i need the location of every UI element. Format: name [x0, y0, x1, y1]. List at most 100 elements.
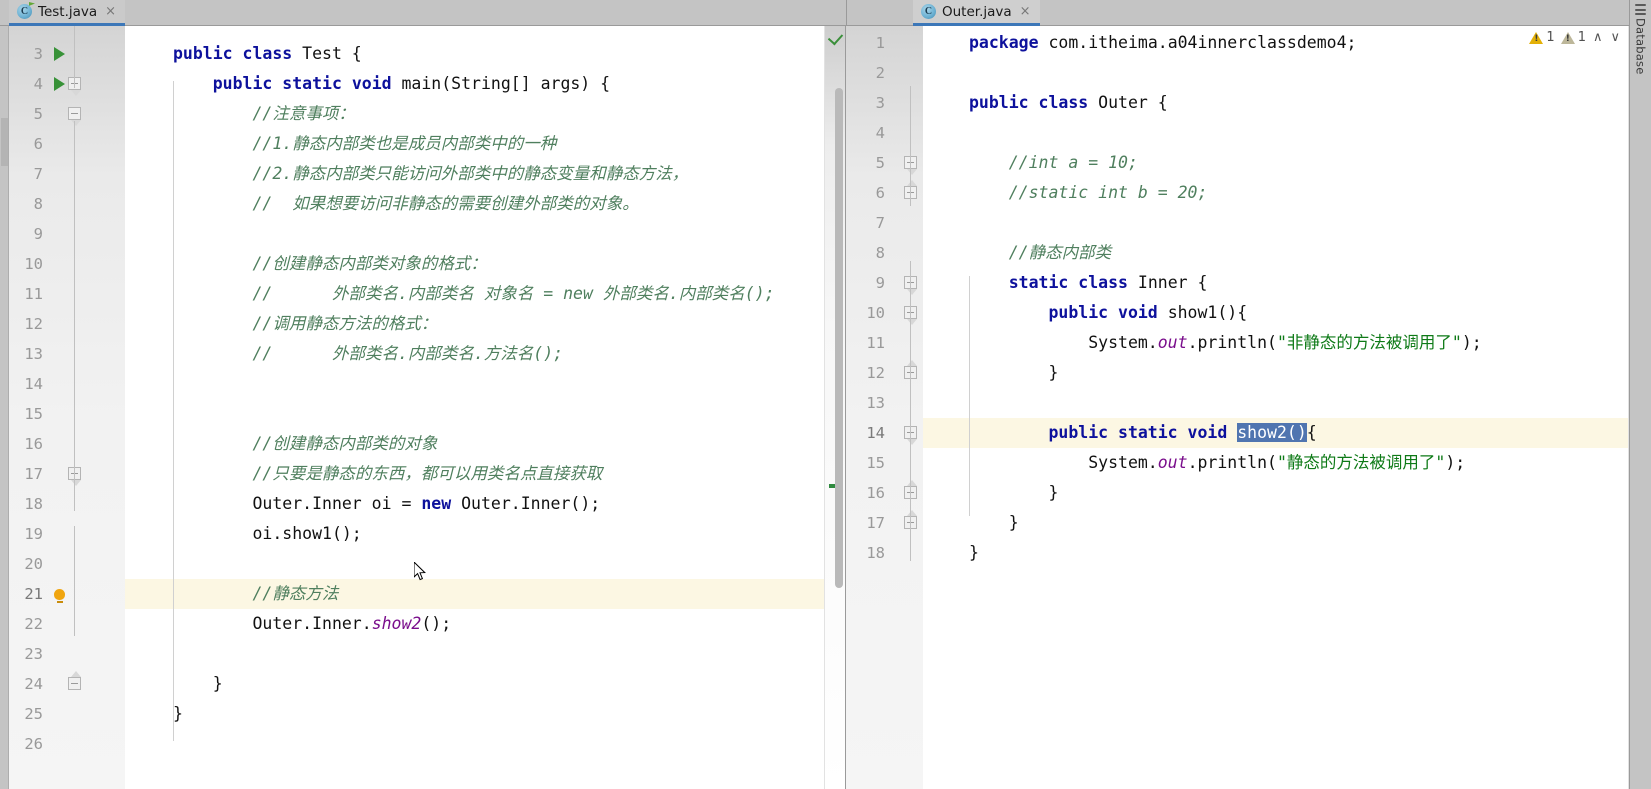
- code-line[interactable]: Outer.Inner oi = new Outer.Inner();: [125, 489, 824, 519]
- code-line[interactable]: }: [923, 478, 1628, 508]
- code-area-test-java[interactable]: public class Test { public static void m…: [125, 26, 824, 789]
- gutter-line[interactable]: 14: [0, 369, 125, 399]
- code-line[interactable]: static class Inner {: [923, 268, 1628, 298]
- code-line[interactable]: //调用静态方法的格式：: [125, 309, 824, 339]
- code-line[interactable]: //2.静态内部类只能访问外部类中的静态变量和静态方法，: [125, 159, 824, 189]
- code-line[interactable]: [125, 729, 824, 759]
- line-number-gutter-left[interactable]: 3 4 5 6 7 8 9 10 11 12 13 14 15 16 17 18 19 20 21 22 23 24 25 2…: [0, 26, 125, 789]
- gutter-line[interactable]: 26: [0, 729, 125, 759]
- code-line[interactable]: [125, 369, 824, 399]
- gutter-line[interactable]: 18: [0, 489, 125, 519]
- gutter-line[interactable]: 4: [846, 118, 923, 148]
- code-line[interactable]: //静态方法: [125, 579, 824, 609]
- gutter-line[interactable]: 20: [0, 549, 125, 579]
- code-line[interactable]: System.out.println("静态的方法被调用了");: [923, 448, 1628, 478]
- gutter-line[interactable]: 1: [846, 28, 923, 58]
- line-number-gutter-right[interactable]: 1 2 3 4 5 6 7 8 9 10 11 12 13 14 15 16 17 18: [846, 26, 923, 789]
- gutter-line[interactable]: 21: [0, 579, 125, 609]
- code-line[interactable]: public class Test {: [125, 39, 824, 69]
- intention-bulb-icon[interactable]: [54, 588, 65, 603]
- gutter-line[interactable]: 19: [0, 519, 125, 549]
- gutter-line[interactable]: 13: [846, 388, 923, 418]
- gutter-line[interactable]: 24: [0, 669, 125, 699]
- code-line[interactable]: //静态内部类: [923, 238, 1628, 268]
- gutter-line[interactable]: 9: [0, 219, 125, 249]
- code-line[interactable]: Outer.Inner.show2();: [125, 609, 824, 639]
- code-line[interactable]: System.out.println("非静态的方法被调用了");: [923, 328, 1628, 358]
- gutter-line[interactable]: 17: [0, 459, 125, 489]
- gutter-line[interactable]: 5: [0, 99, 125, 129]
- tab-test-java[interactable]: C Test.java ×: [9, 0, 126, 26]
- code-line[interactable]: package com.itheima.a04innerclassdemo4;: [923, 28, 1628, 58]
- code-line[interactable]: public static void show2(){: [923, 418, 1628, 448]
- code-fold-icon[interactable]: [68, 107, 81, 126]
- gutter-line[interactable]: 3: [846, 88, 923, 118]
- tool-window-button-database[interactable]: Database: [1634, 18, 1648, 74]
- line-number: 10: [866, 304, 885, 322]
- code-line[interactable]: }: [125, 669, 824, 699]
- code-line[interactable]: [125, 219, 824, 249]
- code-line[interactable]: //static int b = 20;: [923, 178, 1628, 208]
- error-stripe-left[interactable]: [824, 26, 845, 789]
- code-line[interactable]: [923, 58, 1628, 88]
- gutter-line[interactable]: 13: [0, 339, 125, 369]
- weak-warning-group[interactable]: 1: [1560, 30, 1586, 45]
- warning-group[interactable]: 1: [1529, 30, 1555, 45]
- code-area-outer-java[interactable]: package com.itheima.a04innerclassdemo4; p…: [923, 26, 1628, 789]
- code-line[interactable]: [923, 388, 1628, 418]
- code-line[interactable]: }: [923, 358, 1628, 388]
- vertical-scrollbar-left[interactable]: [835, 88, 843, 588]
- chevron-down-icon[interactable]: ∨: [1609, 31, 1621, 44]
- chevron-up-icon[interactable]: ∧: [1592, 31, 1604, 44]
- gutter-line[interactable]: 15: [0, 399, 125, 429]
- code-line[interactable]: // 外部类名.内部类名 对象名 = new 外部类名.内部类名();: [125, 279, 824, 309]
- code-line[interactable]: [125, 399, 824, 429]
- code-line[interactable]: public class Outer {: [923, 88, 1628, 118]
- code-token: .println(: [1187, 453, 1277, 472]
- gutter-line[interactable]: 8: [0, 189, 125, 219]
- gutter-line[interactable]: 3: [0, 39, 125, 69]
- code-line[interactable]: [125, 639, 824, 669]
- code-line[interactable]: //只要是静态的东西，都可以用类名点直接获取: [125, 459, 824, 489]
- code-line[interactable]: [923, 118, 1628, 148]
- gutter-line[interactable]: 18: [846, 538, 923, 568]
- code-line[interactable]: }: [923, 538, 1628, 568]
- gutter-line[interactable]: 6: [0, 129, 125, 159]
- code-line[interactable]: }: [125, 699, 824, 729]
- gutter-line[interactable]: 10: [0, 249, 125, 279]
- gutter-line[interactable]: 11: [0, 279, 125, 309]
- gutter-line[interactable]: 22: [0, 609, 125, 639]
- code-line[interactable]: // 外部类名.内部类名.方法名();: [125, 339, 824, 369]
- close-icon[interactable]: ×: [1020, 5, 1031, 18]
- code-line[interactable]: oi.show1();: [125, 519, 824, 549]
- code-line[interactable]: public void show1(){: [923, 298, 1628, 328]
- gutter-line[interactable]: 4: [0, 69, 125, 99]
- code-token: Outer.Inner.: [173, 614, 372, 633]
- gutter-line[interactable]: 12: [0, 309, 125, 339]
- run-gutter-icon[interactable]: [54, 47, 65, 61]
- code-line[interactable]: [923, 208, 1628, 238]
- gutter-line[interactable]: 7: [0, 159, 125, 189]
- code-line[interactable]: // 如果想要访问非静态的需要创建外部类的对象。: [125, 189, 824, 219]
- code-line[interactable]: //创建静态内部类对象的格式：: [125, 249, 824, 279]
- code-line[interactable]: //1.静态内部类也是成员内部类中的一种: [125, 129, 824, 159]
- gutter-line[interactable]: 25: [0, 699, 125, 729]
- code-line[interactable]: //注意事项：: [125, 99, 824, 129]
- gutter-line[interactable]: 7: [846, 208, 923, 238]
- run-gutter-icon[interactable]: [54, 77, 65, 91]
- code-line[interactable]: [125, 549, 824, 579]
- gutter-line[interactable]: 15: [846, 448, 923, 478]
- gutter-line[interactable]: 8: [846, 238, 923, 268]
- code-line[interactable]: public static void main(String[] args) {: [125, 69, 824, 99]
- code-line[interactable]: }: [923, 508, 1628, 538]
- gutter-line[interactable]: 16: [0, 429, 125, 459]
- gutter-line[interactable]: 11: [846, 328, 923, 358]
- tab-outer-java[interactable]: C Outer.java ×: [913, 0, 1040, 26]
- left-scrollbar-thumb[interactable]: [1, 118, 8, 166]
- close-icon[interactable]: ×: [105, 5, 116, 18]
- code-fold-icon[interactable]: [68, 671, 81, 690]
- gutter-line[interactable]: 23: [0, 639, 125, 669]
- gutter-line[interactable]: 2: [846, 58, 923, 88]
- code-line[interactable]: //int a = 10;: [923, 148, 1628, 178]
- code-line[interactable]: //创建静态内部类的对象: [125, 429, 824, 459]
